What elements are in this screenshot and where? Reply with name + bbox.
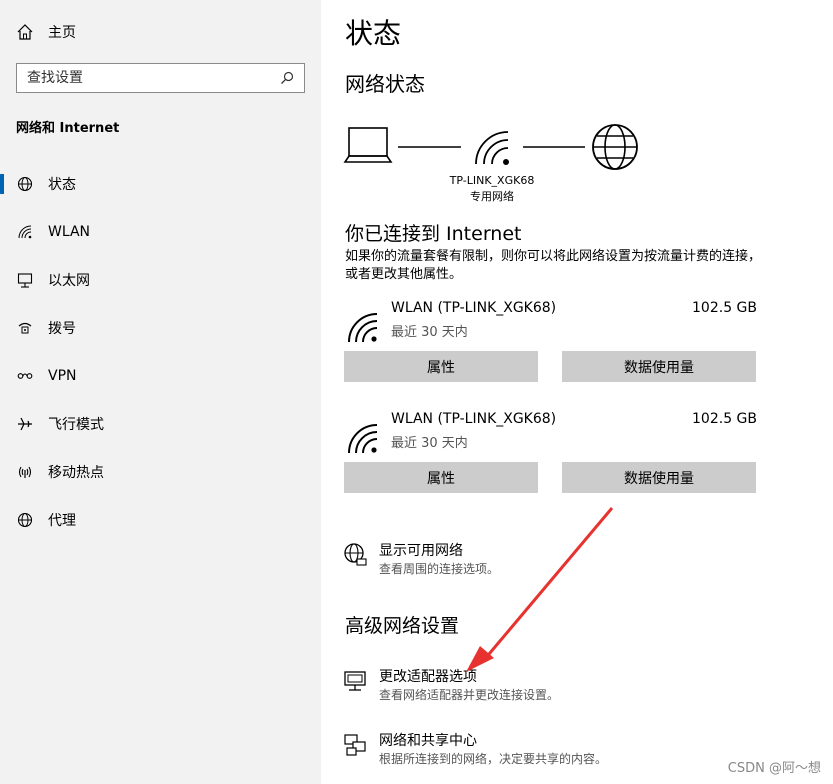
data-usage-button[interactable]: 数据使用量 (562, 462, 756, 493)
network-name: TP-LINK_XGK68 (449, 174, 535, 187)
globe-icon (16, 511, 34, 529)
sidebar-item-proxy[interactable]: 代理 (0, 496, 321, 544)
sidebar-item-label: WLAN (48, 224, 91, 240)
sidebar-item-label: VPN (48, 368, 77, 384)
network-sharing-center-link[interactable]: 网络和共享中心 根据所连接到的网络，决定要共享的内容。 (343, 730, 783, 770)
link-title: 更改适配器选项 (379, 669, 477, 685)
search-input[interactable] (27, 70, 267, 86)
hotspot-icon (16, 463, 34, 481)
connected-description: 如果你的流量套餐有限制，则你可以将此网络设置为按流量计费的连接，或者更改其他属性… (345, 249, 762, 282)
link-description: 根据所连接到的网络，决定要共享的内容。 (379, 752, 608, 766)
page-title: 状态 (345, 17, 402, 50)
link-title: 显示可用网络 (379, 543, 463, 559)
advanced-settings-heading: 高级网络设置 (345, 615, 460, 637)
wifi-icon (348, 313, 378, 343)
link-title: 网络和共享中心 (379, 733, 477, 749)
connection-item[interactable]: WLAN (TP-LINK_XGK68) 最近 30 天内 102.5 GB (345, 411, 757, 461)
network-type: 专用网络 (470, 190, 514, 203)
sidebar-item-label: 以太网 (48, 273, 90, 289)
link-description: 查看网络适配器并更改连接设置。 (379, 688, 560, 702)
sidebar-item-label: 移动热点 (48, 465, 104, 481)
connection-period: 最近 30 天内 (391, 436, 468, 451)
search-icon[interactable] (280, 71, 294, 85)
section-title: 网络和 Internet (16, 121, 120, 136)
sidebar-item-vpn[interactable]: VPN (0, 352, 321, 400)
home-link[interactable]: 主页 (16, 22, 76, 42)
dialup-icon (16, 319, 34, 337)
properties-button[interactable]: 属性 (344, 462, 538, 493)
connection-item[interactable]: WLAN (TP-LINK_XGK68) 最近 30 天内 102.5 GB (345, 300, 757, 350)
change-adapter-options-link[interactable]: 更改适配器选项 查看网络适配器并更改连接设置。 (343, 666, 783, 706)
connection-data-size: 102.5 GB (692, 411, 757, 427)
connection-period: 最近 30 天内 (391, 325, 468, 340)
connection-name: WLAN (TP-LINK_XGK68) (391, 411, 557, 427)
main-content: 状态 网络状态 TP-LINK_XGK68 专用网络 你已连接到 Interne… (321, 0, 833, 784)
link-description: 查看周围的连接选项。 (379, 562, 500, 576)
sidebar-item-status[interactable]: 状态 (0, 160, 321, 208)
laptop-icon (343, 127, 393, 163)
network-status-heading: 网络状态 (345, 72, 425, 96)
connection-name: WLAN (TP-LINK_XGK68) (391, 300, 557, 316)
sidebar-item-hotspot[interactable]: 移动热点 (0, 448, 321, 496)
sidebar-item-label: 状态 (48, 177, 76, 193)
ethernet-icon (16, 271, 34, 289)
network-label: TP-LINK_XGK68 专用网络 (437, 173, 547, 205)
show-available-networks-link[interactable]: 显示可用网络 查看周围的连接选项。 (343, 540, 783, 580)
sidebar-item-airplane[interactable]: 飞行模式 (0, 400, 321, 448)
wifi-icon (348, 424, 378, 454)
properties-button[interactable]: 属性 (344, 351, 538, 382)
wifi-router-icon (475, 131, 509, 165)
sidebar-item-ethernet[interactable]: 以太网 (0, 256, 321, 304)
globe-network-icon (344, 543, 367, 566)
sidebar-item-label: 拨号 (48, 321, 76, 337)
internet-globe-icon (592, 124, 638, 170)
airplane-icon (16, 415, 34, 433)
sidebar-item-label: 飞行模式 (48, 417, 104, 433)
sidebar-item-wlan[interactable]: WLAN (0, 208, 321, 256)
watermark: CSDN @阿～想 (727, 761, 821, 776)
network-adapter-icon (344, 671, 366, 691)
sidebar: 主页 网络和 Internet 状态 WLAN 以太网 拨号 VPN 飞行模式 (0, 0, 321, 784)
wifi-icon (16, 223, 34, 241)
sharing-center-icon (344, 734, 366, 756)
vpn-icon (16, 367, 34, 385)
home-label: 主页 (48, 25, 76, 41)
data-usage-button[interactable]: 数据使用量 (562, 351, 756, 382)
home-icon (17, 24, 33, 40)
globe-status-icon (16, 175, 34, 193)
connected-heading: 你已连接到 Internet (345, 223, 522, 245)
sidebar-item-dialup[interactable]: 拨号 (0, 304, 321, 352)
search-box[interactable] (16, 63, 305, 93)
sidebar-item-label: 代理 (48, 513, 76, 529)
connection-data-size: 102.5 GB (692, 300, 757, 316)
sidebar-nav: 状态 WLAN 以太网 拨号 VPN 飞行模式 移动热点 代理 (0, 160, 321, 544)
